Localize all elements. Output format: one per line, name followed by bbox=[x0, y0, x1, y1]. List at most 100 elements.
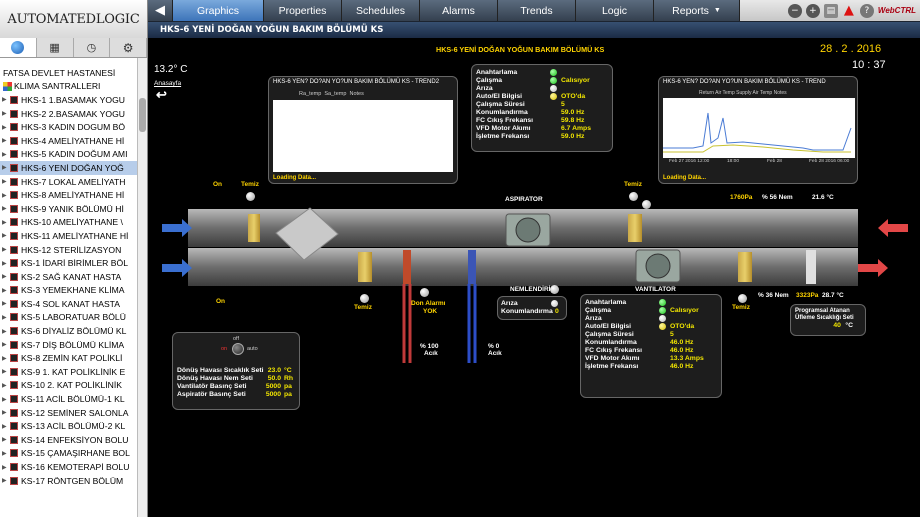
sidebar-item[interactable]: ▶ KS-17 RÖNTGEN BÖLÜM bbox=[0, 474, 147, 488]
sidebar-item[interactable]: ▶ KS-9 1. KAT POLİKLİNİK E bbox=[0, 365, 147, 379]
expand-arrow-icon[interactable]: ▶ bbox=[2, 260, 8, 267]
trend-panel[interactable]: HKS-6 YEN? DO?AN YO?UN BAKIM BÖLÜMÜ KS -… bbox=[658, 76, 858, 184]
sidebar-item[interactable]: ▶ KS-5 LABORATUAR BÖLÜ bbox=[0, 311, 147, 325]
help-icon[interactable]: ? bbox=[859, 3, 874, 18]
expand-arrow-icon[interactable]: ▶ bbox=[2, 436, 8, 443]
config-tab[interactable]: ⚙ bbox=[110, 38, 147, 57]
expand-arrow-icon[interactable]: ▶ bbox=[2, 124, 8, 131]
expand-arrow-icon[interactable]: ▶ bbox=[2, 477, 8, 484]
program-set-value-wrap: 40 °C bbox=[833, 314, 853, 332]
sidebar-item[interactable]: ▶ KS-7 DİŞ BÖLÜMÜ KLİMA bbox=[0, 338, 147, 352]
setpoint-value[interactable]: 5000 bbox=[265, 391, 281, 398]
expand-arrow-icon[interactable]: ▶ bbox=[2, 409, 8, 416]
zoom-out-icon[interactable]: − bbox=[787, 3, 802, 18]
setpoint-value[interactable]: 5000 bbox=[265, 383, 281, 390]
status-label: Çalışma Süresi bbox=[476, 100, 525, 108]
sidebar-item[interactable]: ▶ HKS-1 1.BASAMAK YOGU bbox=[0, 93, 147, 107]
sidebar-item[interactable]: ▶ KS-4 SOL KANAT HASTA bbox=[0, 297, 147, 311]
expand-arrow-icon[interactable]: ▶ bbox=[2, 151, 8, 158]
tree-root-hospital[interactable]: FATSA DEVLET HASTANESİ bbox=[0, 66, 147, 80]
expand-arrow-icon[interactable]: ▶ bbox=[2, 341, 8, 348]
sidebar-item[interactable]: ▶ HKS-7 LOKAL AMELİYATH bbox=[0, 175, 147, 189]
scroll-thumb[interactable] bbox=[139, 98, 146, 132]
sidebar-item[interactable]: ▶ HKS-9 YANIK BÖLÜMÜ Hİ bbox=[0, 202, 147, 216]
sidebar-item[interactable]: ▶ KS-16 KEMOTERAPİ BOLU bbox=[0, 460, 147, 474]
geographic-tab[interactable] bbox=[0, 38, 37, 57]
trend2-panel[interactable]: HKS-6 YEN? DO?AN YO?UN BAKIM BÖLÜMÜ KS -… bbox=[268, 76, 458, 184]
tab-logic[interactable]: Logic bbox=[576, 0, 654, 21]
sidebar-item[interactable]: ▶ KS-13 ACİL BÖLÜMÜ-2 KL bbox=[0, 419, 147, 433]
status-row: FC Cıkış Frekansı 59.8 Hz bbox=[476, 116, 608, 124]
home-arrow-icon[interactable]: ↩ bbox=[156, 87, 167, 103]
sidebar-item[interactable]: ▶ HKS-3 KADIN DOGUM BÖ bbox=[0, 120, 147, 134]
sidebar-item[interactable]: ▶ HKS-2 2.BASAMAK YOGU bbox=[0, 107, 147, 121]
setpoint-value[interactable]: 50.0 bbox=[265, 375, 281, 382]
home-link[interactable]: Anasayfa bbox=[154, 80, 181, 87]
setpoint-row[interactable]: Vantilatör Basınç Seti 5000 pa bbox=[177, 382, 295, 390]
sidebar-item[interactable]: ▶ HKS-6 YENİ DOĞAN YOĞ bbox=[0, 161, 147, 175]
sidebar-item[interactable]: ▶ KS-8 ZEMİN KAT POLİKLİ bbox=[0, 351, 147, 365]
expand-arrow-icon[interactable]: ▶ bbox=[2, 287, 8, 294]
sidebar-item[interactable]: ▶ KS-12 SEMİNER SALONLA bbox=[0, 406, 147, 420]
expand-arrow-icon[interactable]: ▶ bbox=[2, 382, 8, 389]
expand-arrow-icon[interactable]: ▶ bbox=[2, 273, 8, 280]
expand-arrow-icon[interactable]: ▶ bbox=[2, 300, 8, 307]
expand-arrow-icon[interactable]: ▶ bbox=[2, 450, 8, 457]
sidebar-item[interactable]: ▶ KS-6 DİYALİZ BÖLÜMÜ KL bbox=[0, 324, 147, 338]
network-tab[interactable]: ▦ bbox=[37, 38, 74, 57]
expand-arrow-icon[interactable]: ▶ bbox=[2, 110, 8, 117]
expand-arrow-icon[interactable]: ▶ bbox=[2, 96, 8, 103]
expand-arrow-icon[interactable]: ▶ bbox=[2, 396, 8, 403]
expand-arrow-icon[interactable]: ▶ bbox=[2, 355, 8, 362]
expand-arrow-icon[interactable]: ▶ bbox=[2, 192, 8, 199]
setpoint-row[interactable]: Dönüş Havası Sıcaklık Seti 23.0 °C bbox=[177, 366, 295, 374]
sidebar-item[interactable]: ▶ HKS-10 AMELİYATHANE \ bbox=[0, 216, 147, 230]
equipment-icon bbox=[10, 109, 18, 118]
expand-arrow-icon[interactable]: ▶ bbox=[2, 137, 8, 144]
expand-arrow-icon[interactable]: ▶ bbox=[2, 178, 8, 185]
tab-trends[interactable]: Trends bbox=[498, 0, 576, 21]
tab-properties[interactable]: Properties bbox=[264, 0, 342, 21]
setpoint-row[interactable]: Dönüş Havası Nem Seti 50.0 Rh bbox=[177, 374, 295, 382]
sidebar-item[interactable]: ▶ KS-11 ACİL BÖLÜMÜ-1 KL bbox=[0, 392, 147, 406]
setpoint-value[interactable]: 23.0 bbox=[265, 367, 281, 374]
tab-reports[interactable]: Reports ▼ bbox=[654, 0, 740, 21]
expand-arrow-icon[interactable]: ▶ bbox=[2, 328, 8, 335]
expand-arrow-icon[interactable]: ▶ bbox=[2, 246, 8, 253]
equipment-icon bbox=[10, 463, 18, 472]
expand-arrow-icon[interactable]: ▶ bbox=[2, 232, 8, 239]
expand-arrow-icon[interactable]: ▶ bbox=[2, 219, 8, 226]
sidebar-item[interactable]: ▶ KS-1 İDARİ BİRİMLER BÖL bbox=[0, 256, 147, 270]
tab-schedules[interactable]: Schedules bbox=[342, 0, 420, 21]
sidebar-item[interactable]: ▶ HKS-5 KADIN DOĞUM AMI bbox=[0, 148, 147, 162]
sidebar-item[interactable]: ▶ HKS-11 AMELİYATHANE Hİ bbox=[0, 229, 147, 243]
expand-arrow-icon[interactable]: ▶ bbox=[2, 164, 8, 171]
print-icon[interactable]: ▤ bbox=[823, 3, 838, 18]
sidebar-item[interactable]: ▶ KS-3 YEMEKHANE KLİMA bbox=[0, 284, 147, 298]
expand-arrow-icon[interactable]: ▶ bbox=[2, 423, 8, 430]
sidebar-item[interactable]: ▶ HKS-4 AMELİYATHANE Hİ bbox=[0, 134, 147, 148]
tab-graphics[interactable]: Graphics bbox=[173, 0, 264, 21]
return-humidity: % 56 Nem bbox=[762, 194, 793, 201]
tree-root-klima[interactable]: KLIMA SANTRALLERI bbox=[0, 80, 147, 94]
rotary-knob-icon[interactable] bbox=[232, 343, 244, 355]
sidebar-scrollbar[interactable] bbox=[137, 58, 147, 517]
expand-arrow-icon[interactable]: ▶ bbox=[2, 464, 8, 471]
sidebar-item[interactable]: ▶ KS-14 ENFEKSİYON BOLU bbox=[0, 433, 147, 447]
expand-arrow-icon[interactable]: ▶ bbox=[2, 205, 8, 212]
sidebar-item[interactable]: ▶ HKS-12 STERİLİZASYON bbox=[0, 243, 147, 257]
back-button[interactable]: ◀ bbox=[148, 0, 173, 21]
schedule-tab[interactable]: ◷ bbox=[74, 38, 111, 57]
sidebar-item[interactable]: ▶ HKS-8 AMELİYATHANE Hİ bbox=[0, 188, 147, 202]
sidebar-item[interactable]: ▶ KS-15 ÇAMAŞIRHANE BOL bbox=[0, 447, 147, 461]
mode-switch[interactable]: off on auto bbox=[177, 336, 295, 366]
heating-coil bbox=[403, 250, 411, 284]
zoom-in-icon[interactable]: + bbox=[805, 3, 820, 18]
sidebar-item[interactable]: ▶ KS-10 2. KAT POLİKLİNİK bbox=[0, 379, 147, 393]
alarm-icon[interactable]: ▲ bbox=[842, 3, 856, 18]
expand-arrow-icon[interactable]: ▶ bbox=[2, 368, 8, 375]
tab-alarms[interactable]: Alarms bbox=[420, 0, 498, 21]
expand-arrow-icon[interactable]: ▶ bbox=[2, 314, 8, 321]
sidebar-item[interactable]: ▶ KS-2 SAĞ KANAT HASTA bbox=[0, 270, 147, 284]
setpoint-row[interactable]: Aspiratör Basınç Seti 5000 pa bbox=[177, 390, 295, 398]
